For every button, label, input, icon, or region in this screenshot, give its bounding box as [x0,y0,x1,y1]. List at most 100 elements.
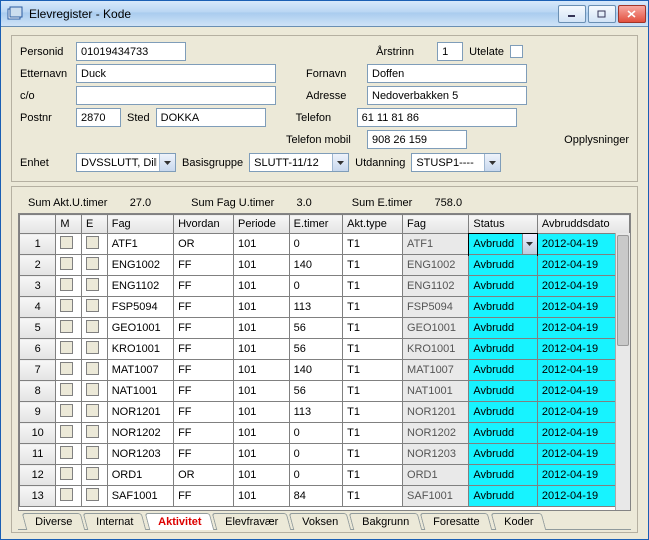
m-checkbox[interactable] [60,299,73,312]
etimer-cell[interactable]: 140 [289,255,343,276]
e-checkbox[interactable] [86,404,99,417]
table-row[interactable]: 6KRO1001FF10156T1KRO1001Avbrudd2012-04-1… [20,339,630,360]
status-cell[interactable]: Avbrudd [469,318,537,339]
akttype-cell[interactable]: T1 [343,339,403,360]
fag-cell[interactable]: ENG1102 [107,276,173,297]
e-checkbox[interactable] [86,488,99,501]
close-button[interactable] [618,5,646,23]
table-row[interactable]: 7MAT1007FF101140T1MAT1007Avbrudd2012-04-… [20,360,630,381]
etimer-cell[interactable]: 140 [289,360,343,381]
tab-diverse[interactable]: Diverse [22,513,86,530]
m-cell[interactable] [56,381,82,402]
hvordan-cell[interactable]: FF [174,318,234,339]
akttype-cell[interactable]: T1 [343,381,403,402]
table-row[interactable]: 3ENG1102FF1010T1ENG1102Avbrudd2012-04-19 [20,276,630,297]
m-checkbox[interactable] [60,362,73,375]
fag-cell[interactable]: ENG1002 [107,255,173,276]
tab-bakgrunn[interactable]: Bakgrunn [349,513,423,530]
status-cell[interactable]: Avbrudd [469,297,537,318]
table-row[interactable]: 4FSP5094FF101113T1FSP5094Avbrudd2012-04-… [20,297,630,318]
status-cell[interactable]: Avbrudd [469,360,537,381]
m-cell[interactable] [56,360,82,381]
periode-cell[interactable]: 101 [233,360,289,381]
postnr-field[interactable] [76,108,121,127]
fag2-cell[interactable]: NOR1203 [403,444,469,465]
fag2-cell[interactable]: ENG1102 [403,276,469,297]
e-checkbox[interactable] [86,383,99,396]
telefon-field[interactable] [357,108,517,127]
e-checkbox[interactable] [86,236,99,249]
hvordan-cell[interactable]: FF [174,297,234,318]
akttype-cell[interactable]: T1 [343,360,403,381]
e-cell[interactable] [82,318,108,339]
status-cell[interactable]: Avbrudd [469,402,537,423]
column-header[interactable]: Akt.type [343,215,403,234]
hvordan-cell[interactable]: FF [174,402,234,423]
etimer-cell[interactable]: 56 [289,339,343,360]
e-cell[interactable] [82,402,108,423]
fag2-cell[interactable]: NAT1001 [403,381,469,402]
table-row[interactable]: 9NOR1201FF101113T1NOR1201Avbrudd2012-04-… [20,402,630,423]
e-cell[interactable] [82,339,108,360]
e-cell[interactable] [82,465,108,486]
e-checkbox[interactable] [86,362,99,375]
enhet-combo[interactable] [76,153,176,172]
fag-cell[interactable]: FSP5094 [107,297,173,318]
hvordan-cell[interactable]: FF [174,339,234,360]
table-row[interactable]: 11NOR1203FF1010T1NOR1203Avbrudd2012-04-1… [20,444,630,465]
hvordan-cell[interactable]: FF [174,360,234,381]
m-cell[interactable] [56,276,82,297]
table-row[interactable]: 10NOR1202FF1010T1NOR1202Avbrudd2012-04-1… [20,423,630,444]
m-cell[interactable] [56,255,82,276]
sted-field[interactable] [156,108,266,127]
column-header[interactable]: M [56,215,82,234]
e-checkbox[interactable] [86,446,99,459]
akttype-cell[interactable]: T1 [343,255,403,276]
periode-cell[interactable]: 101 [233,423,289,444]
hvordan-cell[interactable]: FF [174,381,234,402]
m-cell[interactable] [56,318,82,339]
akttype-cell[interactable]: T1 [343,402,403,423]
column-header[interactable] [20,215,56,234]
arstrinn-field[interactable] [437,42,463,61]
e-cell[interactable] [82,234,108,255]
tab-elevfravær[interactable]: Elevfravær [212,513,292,530]
etimer-cell[interactable]: 0 [289,276,343,297]
utelate-checkbox[interactable] [510,45,523,58]
etternavn-field[interactable] [76,64,276,83]
akttype-cell[interactable]: T1 [343,486,403,507]
vertical-scrollbar[interactable] [615,233,630,510]
status-cell[interactable]: Avbrudd [469,486,537,507]
table-row[interactable]: 13SAF1001FF10184T1SAF1001Avbrudd2012-04-… [20,486,630,507]
akttype-cell[interactable]: T1 [343,318,403,339]
fag-cell[interactable]: GEO1001 [107,318,173,339]
table-row[interactable]: 12ORD1OR1010T1ORD1Avbrudd2012-04-19 [20,465,630,486]
fornavn-field[interactable] [367,64,527,83]
fag2-cell[interactable]: ENG1002 [403,255,469,276]
chevron-down-icon[interactable] [159,154,175,171]
periode-cell[interactable]: 101 [233,318,289,339]
e-checkbox[interactable] [86,341,99,354]
fag-cell[interactable]: NOR1202 [107,423,173,444]
m-checkbox[interactable] [60,488,73,501]
status-cell[interactable]: Avbrudd [469,423,537,444]
column-header[interactable]: Hvordan [174,215,234,234]
m-cell[interactable] [56,444,82,465]
periode-cell[interactable]: 101 [233,402,289,423]
fag-cell[interactable]: ORD1 [107,465,173,486]
akttype-cell[interactable]: T1 [343,423,403,444]
periode-cell[interactable]: 101 [233,444,289,465]
fag2-cell[interactable]: SAF1001 [403,486,469,507]
fag2-cell[interactable]: KRO1001 [403,339,469,360]
fag2-cell[interactable]: MAT1007 [403,360,469,381]
e-cell[interactable] [82,444,108,465]
etimer-cell[interactable]: 0 [289,444,343,465]
utdanning-combo[interactable] [411,153,501,172]
e-cell[interactable] [82,423,108,444]
minimize-button[interactable] [558,5,586,23]
etimer-cell[interactable]: 0 [289,465,343,486]
m-cell[interactable] [56,402,82,423]
e-cell[interactable] [82,255,108,276]
periode-cell[interactable]: 101 [233,486,289,507]
hvordan-cell[interactable]: OR [174,465,234,486]
